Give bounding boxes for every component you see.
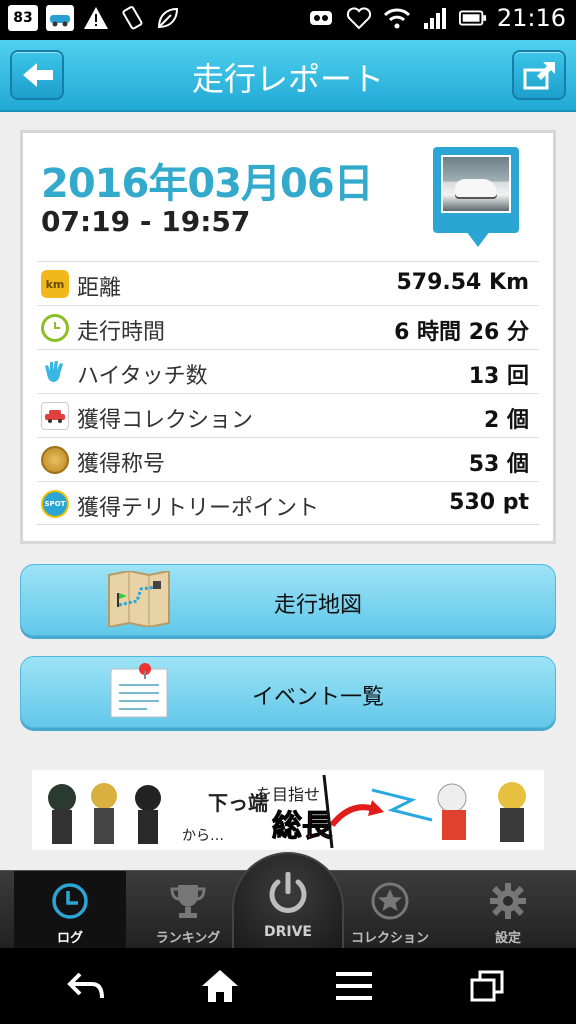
hand-icon — [41, 358, 69, 386]
system-nav-bar — [0, 948, 576, 1024]
km-icon: km — [41, 270, 69, 298]
drive-map-button[interactable]: 走行地図 — [20, 564, 556, 636]
event-list-button[interactable]: イベント一覧 — [20, 656, 556, 728]
sim-icon: 83 — [8, 5, 38, 31]
wifi-icon — [383, 4, 411, 32]
tab-label: コレクション — [350, 931, 429, 946]
banner-characters-left — [48, 783, 161, 844]
app-icon — [46, 5, 74, 31]
menu-icon[interactable] — [334, 968, 374, 1004]
stat-label: 獲得称号 — [77, 452, 166, 477]
back-arrow-icon[interactable] — [66, 968, 106, 1004]
vibrate-icon — [118, 4, 146, 32]
home-icon[interactable] — [200, 968, 240, 1004]
tab-label: 設定 — [494, 931, 521, 946]
stat-row-distance: km 距離 579.54 Km — [37, 261, 539, 305]
car-photo-pin[interactable] — [433, 147, 519, 247]
ad-banner[interactable]: 下っ端 から… を目指せ 総長 — [32, 770, 544, 850]
stat-label: 距離 — [77, 276, 122, 301]
drive-map-label: 走行地図 — [273, 593, 362, 618]
report-time-range: 07:19 - 19:57 — [41, 205, 251, 238]
drive-button[interactable]: DRIVE — [232, 852, 344, 948]
stats-list: km 距離 579.54 Km 走行時間 6 時間 26 分 ハイタッチ数 13… — [37, 261, 539, 525]
leaf-icon — [154, 4, 182, 32]
clock-icon — [52, 883, 88, 919]
battery-icon — [458, 4, 487, 32]
stat-value: 53 個 — [468, 452, 529, 477]
app2-icon — [307, 4, 335, 32]
stat-value: 13 回 — [468, 364, 529, 389]
stat-value: 579.54 Km — [396, 270, 529, 295]
heart-icon — [345, 4, 373, 32]
tab-settings[interactable]: 設定 — [452, 871, 564, 949]
stat-row-hightouch: ハイタッチ数 13 回 — [37, 349, 539, 393]
share-icon — [523, 62, 555, 90]
stat-value: 2 個 — [484, 408, 529, 433]
star-icon — [371, 882, 409, 920]
stat-label: 走行時間 — [77, 320, 166, 345]
stat-label: 獲得コレクション — [77, 408, 254, 433]
stat-row-time: 走行時間 6 時間 26 分 — [37, 305, 539, 349]
spot-icon: SPOT — [41, 490, 69, 518]
power-icon — [269, 872, 307, 913]
drive-label: DRIVE — [263, 924, 312, 940]
warning-icon — [82, 4, 110, 32]
signal-icon — [421, 4, 449, 32]
car-icon — [41, 402, 69, 430]
tab-label: ランキング — [155, 931, 221, 946]
trophy-icon — [170, 885, 206, 918]
report-card: 2016年03月06日 07:19 - 19:57 km 距離 579.54 K… — [20, 130, 556, 544]
svg-text:を目指せ: を目指せ — [256, 785, 320, 804]
gear-icon — [490, 883, 526, 919]
stat-value: 530 pt — [449, 490, 529, 515]
stat-row-collection: 獲得コレクション 2 個 — [37, 393, 539, 437]
recent-apps-icon[interactable] — [468, 968, 508, 1004]
tab-ranking[interactable]: ランキング — [132, 871, 244, 949]
status-bar: 83 21:16 — [0, 0, 576, 40]
stat-row-title: 獲得称号 53 個 — [37, 437, 539, 481]
app-header: 走行レポート — [0, 40, 576, 112]
svg-text:から…: から… — [182, 828, 224, 844]
event-list-label: イベント一覧 — [251, 685, 384, 710]
clock-time: 21:16 — [496, 4, 566, 32]
tab-log[interactable]: ログ — [14, 871, 126, 949]
svg-text:総長: 総長 — [272, 809, 333, 844]
stat-label: ハイタッチ数 — [77, 364, 208, 389]
tab-collection[interactable]: コレクション — [334, 871, 446, 949]
clock-icon — [41, 314, 69, 342]
report-date: 2016年03月06日 — [41, 161, 374, 207]
page-title: 走行レポート — [191, 60, 384, 98]
medal-icon — [41, 446, 69, 474]
car-photo — [441, 155, 511, 213]
tab-label: ログ — [56, 931, 83, 946]
share-button[interactable] — [512, 50, 566, 100]
stat-row-territory: SPOT 獲得テリトリーポイント 530 pt — [37, 481, 539, 525]
stat-label: 獲得テリトリーポイント — [77, 496, 320, 521]
stat-value: 6 時間 26 分 — [394, 320, 529, 345]
